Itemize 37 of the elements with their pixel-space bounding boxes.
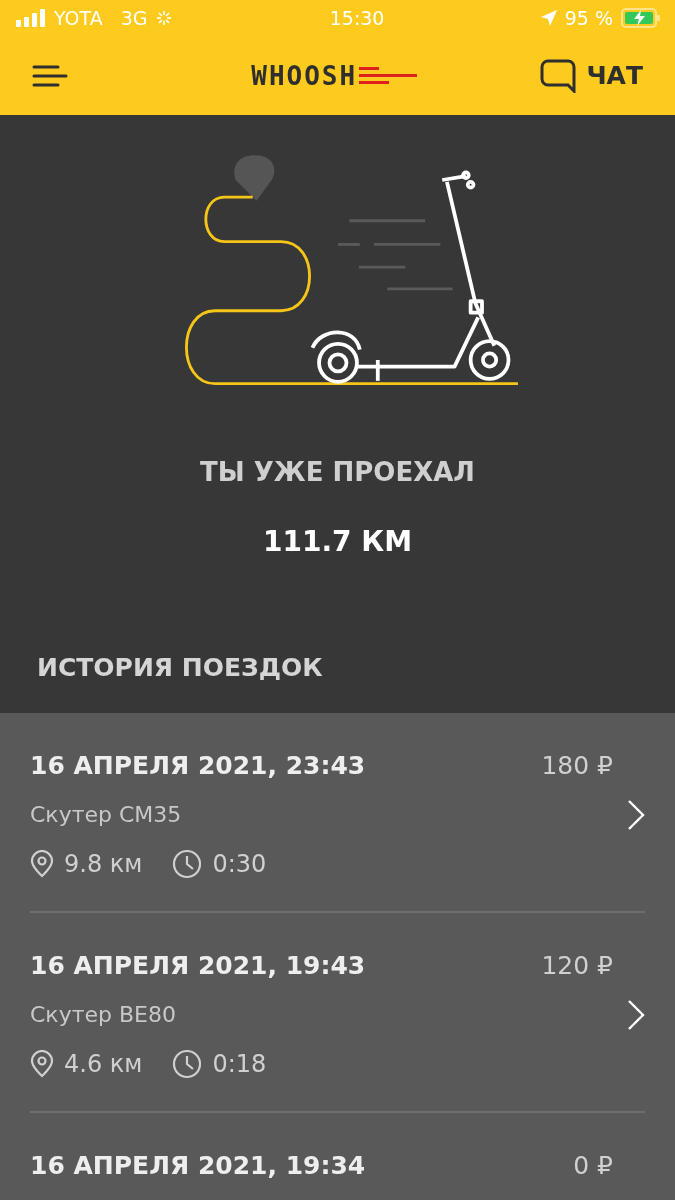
speed-lines-icon: [359, 65, 418, 86]
loading-icon: [155, 9, 174, 27]
scooter-name: Скутер BE80: [30, 1002, 176, 1027]
trip-duration: 0:30: [212, 850, 267, 878]
clock-icon: [172, 1049, 203, 1079]
logo-text: WHOOSH: [251, 60, 358, 91]
trip-date: 16 АПРЕЛЯ 2021, 23:43: [30, 751, 366, 780]
section-title: ИСТОРИЯ ПОЕЗДОК: [37, 653, 323, 682]
trip-price: 180 ₽: [541, 751, 613, 780]
trip-price: 0 ₽: [573, 1151, 613, 1180]
clock-icon: [172, 849, 203, 879]
trip-row[interactable]: 16 АПРЕЛЯ 2021, 23:43 180 ₽ Скутер CM35 9.8 км 0:30: [30, 713, 645, 913]
trip-duration: 0:18: [212, 1050, 267, 1078]
chevron-right-icon: [627, 999, 645, 1031]
battery-percent: 95 %: [564, 7, 613, 29]
location-pin-icon: [30, 850, 54, 878]
trip-date: 16 АПРЕЛЯ 2021, 19:43: [30, 951, 366, 980]
network-type: 3G: [120, 7, 148, 29]
menu-icon[interactable]: [32, 63, 68, 88]
scooter-name: Скутер CM35: [30, 802, 182, 827]
chat-button[interactable]: ЧАТ: [540, 58, 643, 93]
battery-charging-icon: [621, 8, 661, 28]
trip-date: 16 АПРЕЛЯ 2021, 19:34: [30, 1151, 366, 1180]
location-pin-icon: [30, 1050, 54, 1078]
trip-price: 120 ₽: [541, 951, 613, 980]
trip-row[interactable]: 16 АПРЕЛЯ 2021, 19:43 120 ₽ Скутер BE80 4.6 км 0:18: [30, 913, 645, 1113]
distance-label: ТЫ УЖЕ ПРОЕХАЛ: [200, 457, 475, 487]
carrier-name: YOTA: [54, 7, 103, 29]
location-arrow-icon: [540, 10, 557, 26]
trip-distance: 4.6 км: [64, 1050, 143, 1078]
signal-icon: [16, 9, 46, 27]
trip-distance: 9.8 км: [64, 850, 143, 878]
total-distance: 111.7 КМ: [262, 525, 413, 558]
trip-row[interactable]: 16 АПРЕЛЯ 2021, 19:34 0 ₽: [30, 1113, 645, 1200]
clock-time: 15:30: [329, 7, 385, 29]
chevron-right-icon: [627, 799, 645, 831]
chat-bubble-icon: [540, 58, 577, 93]
